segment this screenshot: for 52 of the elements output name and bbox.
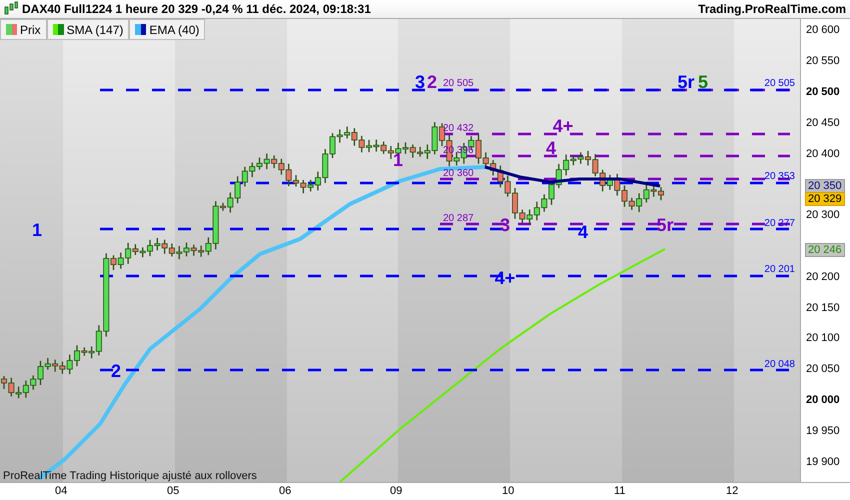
level-label: 20 505 [764,78,795,90]
price-tag: 20 329 [805,192,845,206]
wave-label: 1 [393,150,403,170]
axis-label: 10 [502,485,514,498]
wave-label: 5r [678,72,694,92]
wave-label: 4 [578,222,588,242]
axis-label: 20 300 [805,209,840,222]
legend-item[interactable]: SMA (147) [46,19,130,40]
chart-title: DAX40 Full1224 1 heure 20 329 -0,24 % 11 déc. 2024, 09:18:31 [22,2,371,16]
wave-label: 2 [427,72,437,92]
axis-label: 19 950 [805,424,840,437]
level-label: 20 048 [764,359,795,370]
wave-label: 2 [111,361,121,382]
axis-label: 05 [167,485,180,498]
wave-label: 4 [546,138,556,158]
legend-swatch-icon [52,24,64,36]
axis-label: 20 100 [805,332,840,344]
axis-label: 20 600 [805,24,840,36]
wave-label: 1 [32,220,42,240]
axis-label: 12 [726,485,738,498]
site-name: Trading.ProRealTime.com [698,2,846,16]
level-label: 20 505 [443,78,474,90]
axis-label: 20 500 [805,86,840,98]
level-label: 20 201 [764,264,795,276]
axis-label: 20 550 [805,55,840,68]
axis-label: 19 900 [805,456,840,468]
legend-label: Prix [20,22,41,37]
axis-label: 20 150 [805,302,840,314]
candlestick-icon [4,1,18,18]
price-tag: 20 350 [805,179,845,194]
legend-label: SMA (147) [66,22,124,37]
axis-label: 20 200 [805,270,840,283]
axis-label: 20 400 [805,148,840,160]
axis-label: 20 450 [805,116,840,129]
wave-label: 3 [500,215,510,236]
wave-label: 5 [698,72,708,92]
axis-label: 04 [55,485,68,498]
axis-label: 11 [614,485,626,498]
axis-label: 09 [390,485,402,498]
wave-label: 3 [415,72,425,92]
wave-label: 4+ [552,116,574,136]
legend-label: EMA (40) [149,22,200,37]
axis-label: 20 050 [805,363,840,376]
legend-item[interactable]: Prix [0,19,47,40]
axis-label: 20 000 [805,394,840,406]
legend-swatch-icon [135,24,146,36]
price-tag: 20 246 [805,243,845,258]
legend-swatch-icon [6,24,17,36]
axis-label: 06 [279,485,292,498]
level-label: 20 287 [443,213,474,224]
legend-item[interactable]: EMA (40) [129,19,206,40]
level-label: 20 360 [443,168,474,180]
